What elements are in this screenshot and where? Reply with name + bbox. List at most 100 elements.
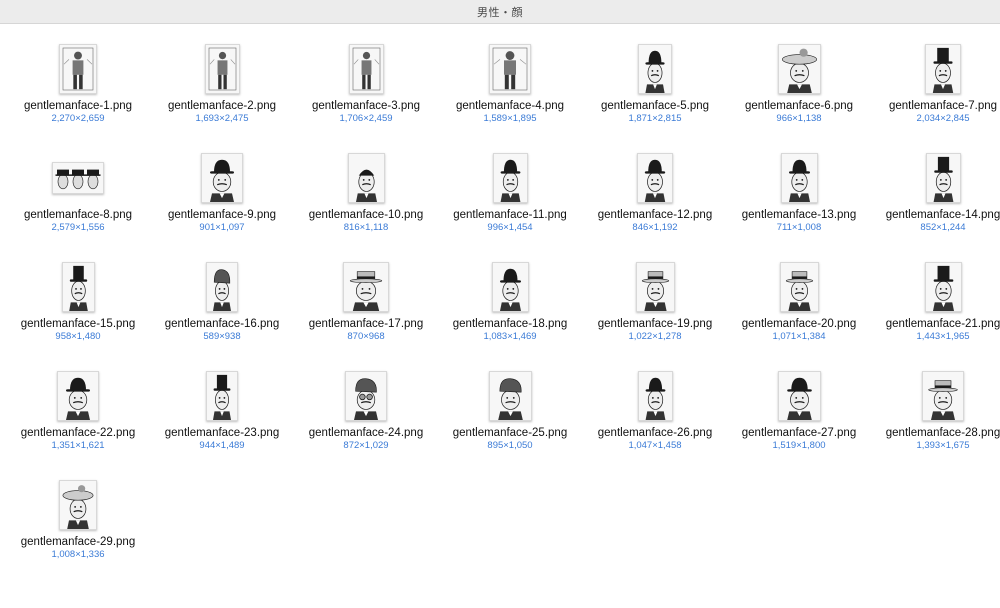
file-dimensions: 1,693×2,475	[195, 113, 249, 124]
file-name[interactable]: gentlemanface-9.png	[168, 209, 276, 221]
file-item[interactable]: gentlemanface-18.png 1,083×1,469	[440, 242, 580, 342]
file-item[interactable]: gentlemanface-26.png 1,047×1,458	[585, 351, 725, 451]
file-name[interactable]: gentlemanface-22.png	[21, 427, 135, 439]
file-item[interactable]: gentlemanface-13.png 711×1,008	[729, 133, 869, 233]
file-dimensions: 1,071×1,384	[772, 331, 826, 342]
file-name[interactable]: gentlemanface-23.png	[165, 427, 279, 439]
full-body-engraving-icon[interactable]	[204, 44, 240, 94]
file-item[interactable]: gentlemanface-11.png 996×1,454	[440, 133, 580, 233]
file-name[interactable]: gentlemanface-14.png	[886, 209, 1000, 221]
file-name[interactable]: gentlemanface-20.png	[742, 318, 856, 330]
file-item[interactable]: gentlemanface-28.png 1,393×1,675	[873, 351, 1000, 451]
file-item[interactable]: gentlemanface-2.png 1,693×2,475	[152, 24, 292, 124]
straw-hat-face-icon[interactable]	[635, 262, 675, 312]
file-item[interactable]: gentlemanface-6.png 966×1,138	[729, 24, 869, 124]
file-item[interactable]: gentlemanface-25.png 895×1,050	[440, 351, 580, 451]
window-titlebar[interactable]: 男性・顔	[0, 0, 1000, 24]
thumbnail-frame	[28, 480, 128, 530]
file-dimensions: 996×1,454	[487, 222, 533, 233]
file-item[interactable]: gentlemanface-3.png 1,706×2,459	[296, 24, 436, 124]
file-name[interactable]: gentlemanface-24.png	[309, 427, 423, 439]
bowler-hat-face-icon[interactable]	[492, 153, 528, 203]
file-name[interactable]: gentlemanface-29.png	[21, 536, 135, 548]
face-portrait-icon[interactable]	[347, 153, 385, 203]
file-name[interactable]: gentlemanface-13.png	[742, 209, 856, 221]
file-item[interactable]: gentlemanface-19.png 1,022×1,278	[585, 242, 725, 342]
file-item[interactable]: gentlemanface-16.png 589×938	[152, 242, 292, 342]
bowler-hat-face-icon[interactable]	[201, 153, 243, 203]
file-dimensions: 1,393×1,675	[916, 440, 970, 451]
file-item[interactable]: gentlemanface-24.png 872×1,029	[296, 351, 436, 451]
thumbnail-frame	[172, 153, 272, 203]
file-item[interactable]: gentlemanface-17.png 870×968	[296, 242, 436, 342]
bowler-hat-face-icon[interactable]	[637, 371, 673, 421]
straw-hat-face-icon[interactable]	[343, 262, 389, 312]
top-hat-face-icon[interactable]	[925, 44, 961, 94]
lady-hat-face-icon[interactable]	[59, 480, 97, 530]
bowler-hat-face-icon[interactable]	[57, 371, 99, 421]
file-name[interactable]: gentlemanface-10.png	[309, 209, 423, 221]
file-item[interactable]: gentlemanface-4.png 1,589×1,895	[440, 24, 580, 124]
file-name[interactable]: gentlemanface-21.png	[886, 318, 1000, 330]
file-name[interactable]: gentlemanface-26.png	[598, 427, 712, 439]
file-name[interactable]: gentlemanface-2.png	[168, 100, 276, 112]
fedora-face-icon[interactable]	[777, 371, 821, 421]
file-item[interactable]: gentlemanface-8.png 2,579×1,556	[8, 133, 148, 233]
group-faces-icon[interactable]	[52, 162, 104, 194]
file-name[interactable]: gentlemanface-19.png	[598, 318, 712, 330]
file-name[interactable]: gentlemanface-7.png	[889, 100, 997, 112]
file-dimensions: 895×1,050	[487, 440, 533, 451]
bowler-hat-face-icon[interactable]	[780, 153, 818, 203]
full-body-engraving-icon[interactable]	[59, 44, 97, 94]
bowler-hat-face-icon[interactable]	[638, 44, 672, 94]
bowler-hat-face-icon[interactable]	[637, 153, 673, 203]
file-name[interactable]: gentlemanface-12.png	[598, 209, 712, 221]
file-item[interactable]: gentlemanface-29.png 1,008×1,336	[8, 460, 148, 560]
file-name[interactable]: gentlemanface-4.png	[456, 100, 564, 112]
file-item[interactable]: gentlemanface-21.png 1,443×1,965	[873, 242, 1000, 342]
full-body-engraving-icon[interactable]	[489, 44, 531, 94]
cap-face-icon[interactable]	[206, 262, 238, 312]
file-item[interactable]: gentlemanface-22.png 1,351×1,621	[8, 351, 148, 451]
full-body-engraving-icon[interactable]	[348, 44, 384, 94]
file-name[interactable]: gentlemanface-3.png	[312, 100, 420, 112]
file-item[interactable]: gentlemanface-7.png 2,034×2,845	[873, 24, 1000, 124]
file-item[interactable]: gentlemanface-23.png 944×1,489	[152, 351, 292, 451]
top-hat-face-icon[interactable]	[925, 153, 961, 203]
file-name[interactable]: gentlemanface-8.png	[24, 209, 132, 221]
file-name[interactable]: gentlemanface-5.png	[601, 100, 709, 112]
thumbnail-frame	[172, 44, 272, 94]
file-name[interactable]: gentlemanface-25.png	[453, 427, 567, 439]
file-dimensions: 846×1,192	[632, 222, 678, 233]
file-name[interactable]: gentlemanface-16.png	[165, 318, 279, 330]
file-name[interactable]: gentlemanface-27.png	[742, 427, 856, 439]
file-item[interactable]: gentlemanface-27.png 1,519×1,800	[729, 351, 869, 451]
file-item[interactable]: gentlemanface-14.png 852×1,244	[873, 133, 1000, 233]
goggles-cap-face-icon[interactable]	[345, 371, 387, 421]
file-name[interactable]: gentlemanface-11.png	[453, 209, 567, 221]
top-hat-face-icon[interactable]	[206, 371, 238, 421]
straw-hat-face-icon[interactable]	[779, 262, 819, 312]
bowler-hat-face-icon[interactable]	[491, 262, 529, 312]
top-hat-face-icon[interactable]	[61, 262, 95, 312]
file-item[interactable]: gentlemanface-1.png 2,270×2,659	[8, 24, 148, 124]
file-item[interactable]: gentlemanface-5.png 1,871×2,815	[585, 24, 725, 124]
file-name[interactable]: gentlemanface-15.png	[21, 318, 135, 330]
lady-hat-face-icon[interactable]	[777, 44, 821, 94]
file-name[interactable]: gentlemanface-17.png	[309, 318, 423, 330]
flat-cap-face-icon[interactable]	[488, 371, 532, 421]
striped-hat-face-icon[interactable]	[922, 371, 964, 421]
thumbnail-frame	[749, 153, 849, 203]
file-item[interactable]: gentlemanface-15.png 958×1,480	[8, 242, 148, 342]
file-name[interactable]: gentlemanface-1.png	[24, 100, 132, 112]
thumbnail-frame	[28, 44, 128, 94]
top-hat-face-icon[interactable]	[924, 262, 962, 312]
file-item[interactable]: gentlemanface-10.png 816×1,118	[296, 133, 436, 233]
file-name[interactable]: gentlemanface-28.png	[886, 427, 1000, 439]
file-name[interactable]: gentlemanface-18.png	[453, 318, 567, 330]
file-item[interactable]: gentlemanface-12.png 846×1,192	[585, 133, 725, 233]
file-item[interactable]: gentlemanface-20.png 1,071×1,384	[729, 242, 869, 342]
file-item[interactable]: gentlemanface-9.png 901×1,097	[152, 133, 292, 233]
thumbnail-frame	[28, 153, 128, 203]
file-name[interactable]: gentlemanface-6.png	[745, 100, 853, 112]
